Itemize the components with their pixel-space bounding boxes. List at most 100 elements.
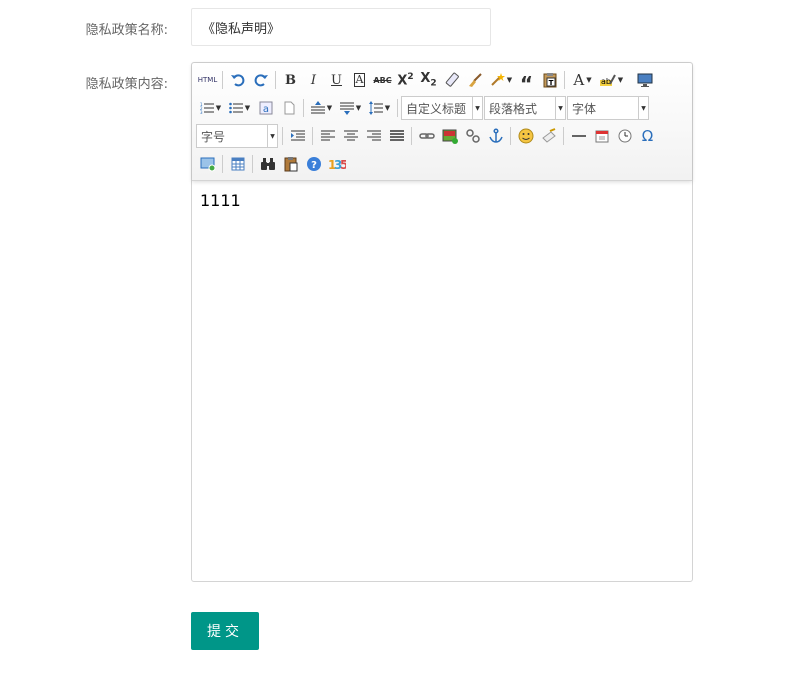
svg-text:?: ? <box>311 160 317 171</box>
underline-button[interactable]: U <box>325 69 348 91</box>
font-color-button[interactable]: A ▼ <box>568 69 597 91</box>
template-button[interactable] <box>279 153 302 175</box>
anchor-button[interactable] <box>484 125 507 147</box>
paragraph-format-value: 段落格式 <box>489 101 538 116</box>
chevron-down-icon: ▼ <box>326 104 333 112</box>
monitor-icon <box>637 73 652 87</box>
insert-date-button[interactable] <box>590 125 613 147</box>
insert-table-button[interactable] <box>226 153 249 175</box>
magic-wand-button[interactable]: ▼ <box>486 69 515 91</box>
select-all-button[interactable]: a <box>254 97 277 119</box>
unlink-button[interactable] <box>461 125 484 147</box>
anchor-icon <box>488 128 503 143</box>
clipboard-icon <box>284 157 297 172</box>
chevron-down-icon: ▼ <box>215 104 222 112</box>
chevron-down-icon: ▼ <box>244 104 251 112</box>
format-match-button[interactable] <box>440 69 463 91</box>
link-button[interactable] <box>415 125 438 147</box>
toolbar-row-4: ? 135 <box>196 150 688 178</box>
line-height-button[interactable]: ▼ <box>365 97 394 119</box>
135-editor-icon: 135 <box>328 158 346 171</box>
privacy-name-label: 隐私政策名称: <box>85 23 168 38</box>
submit-button[interactable]: 提交 <box>191 612 259 650</box>
map-button[interactable] <box>196 153 219 175</box>
toolbar-separator <box>252 155 253 173</box>
scrawl-button[interactable] <box>537 125 560 147</box>
quote-icon: “ <box>519 72 534 96</box>
chevron-down-icon: ▼ <box>506 76 513 84</box>
clear-document-button[interactable] <box>277 97 300 119</box>
help-button[interactable]: ? <box>302 153 325 175</box>
privacy-content-label: 隐私政策内容: <box>85 77 168 92</box>
special-char-button[interactable]: Ω <box>636 125 659 147</box>
custom-title-value: 自定义标题 <box>406 101 467 116</box>
custom-title-select[interactable]: 自定义标题 ▼ <box>401 96 483 120</box>
ordered-list-icon: 123 <box>200 102 214 115</box>
ordered-list-button[interactable]: 1 2 3 ▼ <box>196 97 225 119</box>
redo-icon <box>254 74 268 87</box>
preview-button[interactable] <box>633 69 656 91</box>
image-icon <box>442 129 458 144</box>
paragraph-format-select[interactable]: 段落格式 ▼ <box>484 96 566 120</box>
row-spacing-top-button[interactable]: ▼ <box>307 97 336 119</box>
editor-content-area[interactable]: 1111 <box>192 181 692 220</box>
html-icon: HTML <box>197 76 218 84</box>
insert-time-button[interactable] <box>613 125 636 147</box>
table-icon <box>231 157 244 171</box>
chevron-down-icon: ▼ <box>267 125 277 147</box>
undo-button[interactable] <box>226 69 249 91</box>
magic-wand-icon <box>491 73 505 86</box>
broom-icon <box>468 73 482 87</box>
omega-icon: Ω <box>641 127 654 145</box>
directionality-button[interactable] <box>286 125 309 147</box>
align-left-button[interactable] <box>316 125 339 147</box>
plugin-135-button[interactable]: 135 <box>325 153 348 175</box>
font-border-button[interactable]: A <box>348 69 371 91</box>
search-replace-button[interactable] <box>256 153 279 175</box>
blockquote-button[interactable]: “ <box>515 69 538 96</box>
undo-icon <box>230 74 244 87</box>
toolbar-separator <box>563 127 564 145</box>
chevron-down-icon: ▼ <box>638 97 648 119</box>
align-center-button[interactable] <box>339 125 362 147</box>
row-spacing-bottom-button[interactable]: ▼ <box>336 97 365 119</box>
privacy-name-input[interactable] <box>191 8 491 46</box>
link-icon <box>418 133 435 139</box>
insert-image-button[interactable] <box>438 125 461 147</box>
align-center-icon <box>343 130 358 141</box>
highlighter-icon: ab <box>599 74 616 86</box>
horizontal-rule-icon <box>571 135 586 137</box>
horizontal-rule-button[interactable] <box>567 125 590 147</box>
html-source-button[interactable]: HTML <box>196 69 219 91</box>
superscript-button[interactable]: X2 <box>394 69 417 91</box>
toolbar-separator <box>282 127 283 145</box>
calendar-icon <box>595 130 608 143</box>
subscript-button[interactable]: X2 <box>417 69 440 91</box>
subscript-icon: X2 <box>420 71 437 89</box>
font-size-select[interactable]: 字号 ▼ <box>196 124 278 148</box>
align-right-icon <box>366 130 381 141</box>
unordered-list-button[interactable]: ▼ <box>225 97 254 119</box>
toolbar-row-1: HTML B I U A ABC X2 X2 ▼ “ T A ▼ ab ▼ <box>196 66 688 94</box>
highlight-color-button[interactable]: ab ▼ <box>597 69 626 91</box>
redo-button[interactable] <box>249 69 272 91</box>
emotion-button[interactable] <box>514 125 537 147</box>
line-height-icon <box>368 101 383 115</box>
bold-button[interactable]: B <box>279 69 302 91</box>
strikethrough-button[interactable]: ABC <box>371 69 394 91</box>
svg-text:5: 5 <box>340 158 346 171</box>
font-family-value: 字体 <box>572 101 597 116</box>
align-right-button[interactable] <box>362 125 385 147</box>
align-justify-button[interactable] <box>385 125 408 147</box>
paste-plain-button[interactable]: T <box>538 69 561 91</box>
auto-typeset-button[interactable] <box>463 69 486 91</box>
italic-button[interactable]: I <box>302 69 325 91</box>
unordered-list-icon <box>228 102 243 114</box>
font-family-select[interactable]: 字体 ▼ <box>567 96 649 120</box>
font-border-icon: A <box>353 73 366 87</box>
eraser-icon <box>445 72 459 87</box>
svg-text:ab: ab <box>601 77 611 86</box>
indent-icon <box>290 130 305 141</box>
toolbar-separator <box>312 127 313 145</box>
insert-frame-icon <box>200 157 215 172</box>
